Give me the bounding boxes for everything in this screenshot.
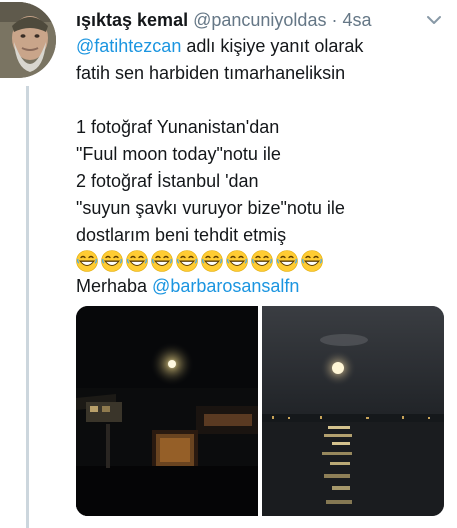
laughing-face-emoji	[276, 250, 298, 272]
media-grid	[76, 306, 444, 516]
tweet-text-line	[76, 87, 446, 114]
night-moon-photo	[76, 306, 258, 516]
tweet-text-line: 1 fotoğraf Yunanistan'dan	[76, 117, 280, 137]
avatar-image	[0, 2, 56, 78]
tweet-text-line: "Fuul moon today"notu ile	[76, 144, 281, 164]
laughing-face-emoji	[176, 250, 198, 272]
laughing-face-emoji	[226, 250, 248, 272]
thread-line	[26, 86, 29, 528]
laughing-face-emoji	[301, 250, 323, 272]
tweet-text-line: 2 fotoğraf İstanbul 'dan	[76, 171, 259, 191]
author-handle[interactable]: @pancuniyoldas	[193, 10, 326, 30]
laughing-face-emoji	[126, 250, 148, 272]
reply-mention-link[interactable]: @fatihtezcan	[76, 36, 181, 56]
emoji-row	[76, 250, 323, 272]
tweet-header: ışıktaş kemal @pancuniyoldas · 4sa	[76, 8, 416, 32]
closing-mention-link[interactable]: @barbarosansalfn	[152, 276, 299, 296]
photo-night-moon[interactable]	[76, 306, 258, 516]
chevron-down-icon[interactable]	[424, 10, 444, 30]
tweet[interactable]: ışıktaş kemal @pancuniyoldas · 4sa @fati…	[0, 0, 457, 528]
tweet-text-line: "suyun şavkı vuruyor bize"notu ile	[76, 198, 345, 218]
laughing-face-emoji	[251, 250, 273, 272]
tweet-text: fatih sen harbiden tımarhaneliksin 1 fot…	[76, 60, 446, 249]
avatar[interactable]	[0, 2, 56, 78]
closing-text: Merhaba	[76, 276, 153, 296]
laughing-face-emoji	[76, 250, 98, 272]
laughing-face-emoji	[151, 250, 173, 272]
laughing-face-emoji	[101, 250, 123, 272]
laughing-face-emoji	[201, 250, 223, 272]
tweet-timestamp[interactable]: 4sa	[342, 10, 371, 30]
moonlight-water-photo	[262, 306, 444, 516]
separator-dot: ·	[331, 10, 338, 30]
reply-context: @fatihtezcan adlı kişiye yanıt olarak	[76, 34, 363, 58]
author-display-name[interactable]: ışıktaş kemal	[76, 10, 188, 30]
tweet-text-line: dostlarım beni tehdit etmiş	[76, 225, 287, 245]
reply-context-label: adlı kişiye yanıt olarak	[181, 36, 364, 56]
tweet-text-line: fatih sen harbiden tımarhaneliksin	[76, 63, 346, 83]
photo-moonlight-water[interactable]	[262, 306, 444, 516]
closing-line: Merhaba @barbarosansalfn	[76, 274, 299, 298]
